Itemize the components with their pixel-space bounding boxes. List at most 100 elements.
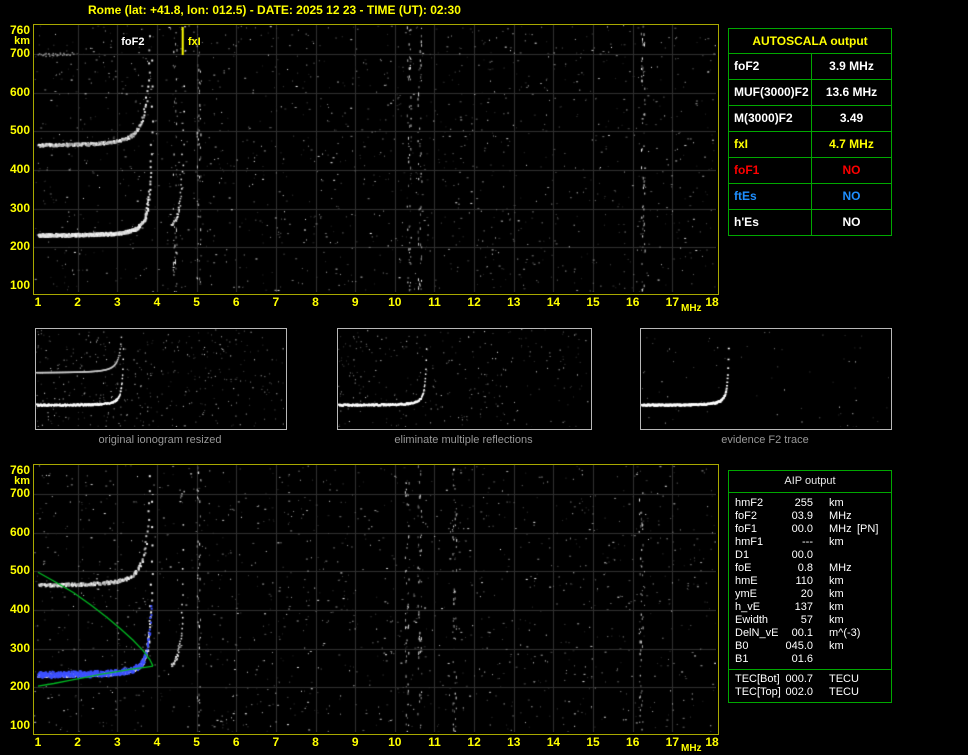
x-axis-tick: 14 [546,735,561,749]
aip-tec-label: TEC[Bot] [735,673,780,685]
y-axis-tick: 600 [9,524,30,539]
x-axis-tick: 1 [34,295,42,309]
autoscala-row-value: 3.9 MHz [829,59,874,73]
y-axis-tick: 700 [9,486,30,501]
aip-row: hmF2 255 km [729,497,891,510]
x-axis-tick: 2 [74,295,81,309]
aip-row-unit: km [829,614,844,626]
aip-row-note [857,536,891,549]
aip-row-value: 00.0 [791,549,813,561]
aip-row-note [857,653,891,666]
aip-row-label: B0 [735,640,749,652]
y-axis-unit: km [14,475,30,487]
aip-row-unit: MHz [829,510,852,522]
y-axis-tick: 200 [9,679,30,694]
aip-row-unit: km [829,601,844,613]
fof2-annotation: foF2 [121,36,145,48]
aip-row-label: B1 [735,653,749,665]
aip-table-body: hmF2 255 km foF2 03.9 MHz foF1 00.0 MHz [PN] hmF1 -… [729,493,891,702]
aip-row-unit: km [829,640,844,652]
x-axis-tick: 13 [507,295,521,309]
aip-row-value: 20 [800,588,813,600]
aip-row-note [857,601,891,614]
aip-row-label: foF1 [735,523,758,535]
aip-row: foE 0.8 MHz [729,562,891,575]
aip-row-value: 0.8 [797,562,813,574]
aip-row-note [857,510,891,523]
aip-row-value: 57 [800,614,813,626]
aip-row: B0 045.0 km [729,640,891,653]
aip-row: D1 00.0 [729,549,891,562]
y-axis-tick: 100 [9,278,30,292]
x-axis-unit: MHz [681,743,702,754]
x-axis-tick: 6 [232,295,240,309]
aip-row: DelN_vE 00.1 m^(-3) [729,627,891,640]
aip-row-unit: m^(-3) [829,627,861,639]
aip-row-label: Ewidth [735,614,769,626]
aip-tec-label: TEC[Top] [735,686,781,698]
thumbnail-evidence-f2 [640,328,892,430]
aip-row-unit: MHz [829,562,852,574]
aip-row: B1 01.6 [729,653,891,666]
aip-row-unit: MHz [829,523,852,535]
ionogram-top-canvas [34,25,716,292]
x-axis-tick: 7 [272,735,280,749]
aip-row-value: 00.1 [791,627,813,639]
x-axis-tick: 12 [467,735,481,749]
aip-row-unit: km [829,497,844,509]
x-axis-tick: 7 [272,295,280,309]
x-axis-tick: 9 [351,295,359,309]
aip-row: h_vE 137 km [729,601,891,614]
thumbnail-original-canvas [36,329,284,427]
x-axis-tick: 11 [428,295,441,309]
thumbnail-original-ionogram [35,328,287,430]
x-axis-tick: 4 [153,735,161,749]
autoscala-screen: Rome (lat: +41.8, lon: 012.5) - DATE: 20… [0,0,968,755]
x-axis-tick: 10 [388,735,402,749]
aip-row: hmF1 --- km [729,536,891,549]
autoscala-row: foF2 3.9 MHz [729,54,891,80]
x-axis-tick: 12 [467,295,481,309]
autoscala-row: h'Es NO [729,210,891,235]
aip-row-value: 01.6 [791,653,813,665]
x-axis-tick: 6 [232,735,240,749]
autoscala-row-value: NO [842,215,861,229]
thumbnail-evidence-canvas [641,329,889,427]
x-axis-tick: 1 [34,735,42,749]
autoscala-row: MUF(3000)F2 13.6 MHz [729,80,891,106]
aip-output-table: AIP output hmF2 255 km foF2 03.9 MHz foF1 00.0 M… [728,470,892,703]
aip-row-value: 03.9 [791,510,813,522]
aip-row-unit [813,549,857,562]
thumbnail-eliminate-canvas [338,329,589,427]
y-axis-tick: 500 [9,123,30,138]
autoscala-row-value: NO [842,189,861,203]
thumbnail-caption: evidence F2 trace [721,434,809,446]
aip-row-value: 045.0 [785,640,813,652]
x-axis-tick: 5 [193,735,200,749]
aip-row-label: ymE [735,588,757,600]
aip-row-value: 110 [795,575,813,587]
x-axis-tick: 11 [428,735,441,749]
aip-row-note [857,575,891,588]
x-axis-tick: 13 [507,735,521,749]
autoscala-row-label: h'Es [729,210,812,235]
ionogram-top-plot [33,24,719,295]
thumbnail-caption: original ionogram resized [98,434,222,446]
aip-row-note [857,614,891,627]
aip-table-title: AIP output [729,471,891,493]
autoscala-row-label: foF1 [729,158,812,183]
aip-row-label: hmE [735,575,758,587]
autoscala-row-value: 13.6 MHz [825,85,878,99]
aip-row-value: 137 [794,601,813,613]
aip-row-note [857,627,891,640]
autoscala-row-value: 3.49 [839,111,864,125]
autoscala-output-table: AUTOSCALA output foF2 3.9 MHz MUF(3000)F2 1… [728,28,892,236]
aip-row: Ewidth 57 km [729,614,891,627]
x-axis-tick: 4 [153,295,161,309]
aip-row-unit: km [829,536,844,548]
aip-tec-unit: TECU [829,673,859,685]
x-axis-tick: 18 [705,295,719,309]
autoscala-row: foF1 NO [729,158,891,184]
y-axis-tick: 300 [9,640,30,655]
aip-table-rows: hmF2 255 km foF2 03.9 MHz foF1 00.0 MHz [PN] hmF1 -… [729,497,891,666]
